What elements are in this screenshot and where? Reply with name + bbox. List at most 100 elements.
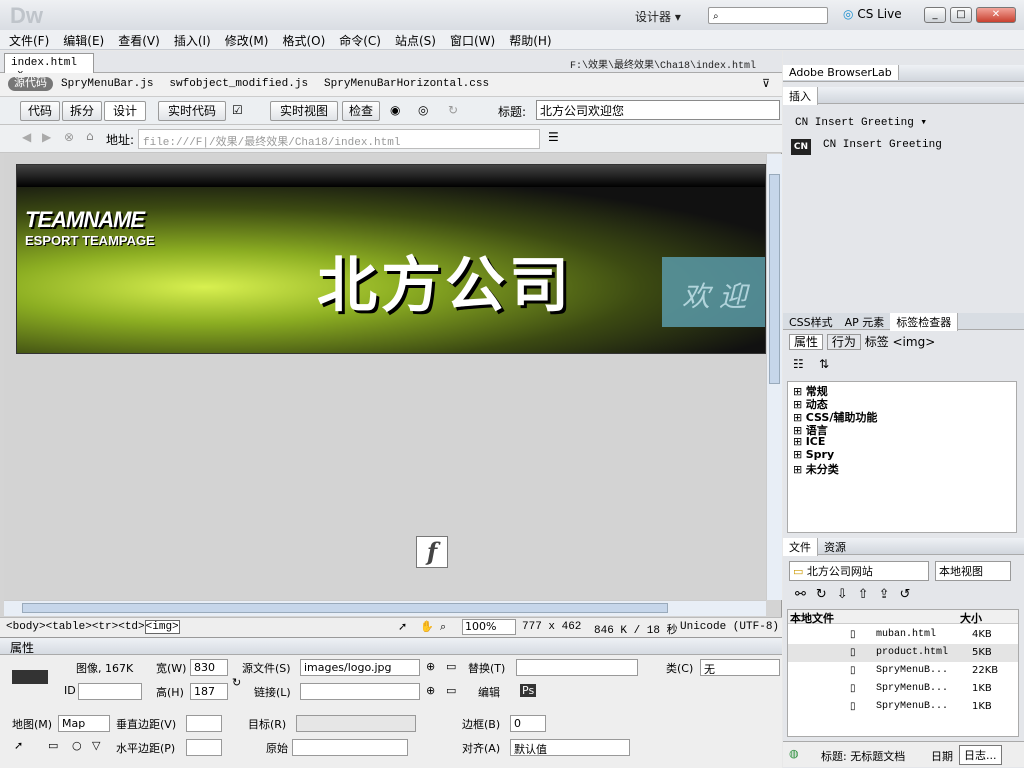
help-search-input[interactable]: ⌕	[708, 7, 828, 24]
tag-td[interactable]: <td>	[118, 621, 144, 633]
live-code-button[interactable]: 实时代码	[158, 101, 226, 121]
menu-site[interactable]: 站点(S)	[386, 30, 441, 49]
related-file[interactable]: SpryMenuBarHorizontal.css	[316, 73, 497, 95]
workspace-switcher[interactable]: 设计器 ▾	[635, 8, 681, 25]
source-code-badge[interactable]: 源代码	[8, 77, 53, 91]
target-select[interactable]	[296, 715, 416, 732]
visual-aids-icon[interactable]: ◎	[418, 103, 428, 117]
browse-folder-icon[interactable]: ▭	[446, 660, 456, 673]
forward-icon[interactable]: ▶	[42, 130, 51, 144]
menu-modify[interactable]: 修改(M)	[216, 30, 274, 49]
tab-css-styles[interactable]: CSS样式	[783, 313, 839, 331]
link-folder-icon[interactable]: ▭	[446, 684, 456, 697]
circle-hotspot-icon[interactable]: ○	[72, 739, 82, 752]
file-row[interactable]: ▯ SpryMenuB... 1KB	[788, 698, 1018, 716]
tag-tr[interactable]: <tr>	[92, 621, 118, 633]
hspace-input[interactable]	[186, 739, 222, 756]
inspect-button[interactable]: 检查	[342, 101, 380, 121]
menu-help[interactable]: 帮助(H)	[500, 30, 556, 49]
subtab-attributes[interactable]: 属性	[789, 334, 824, 350]
subtab-behaviors[interactable]: 行为	[826, 334, 861, 350]
code-view-button[interactable]: 代码	[20, 101, 60, 121]
link-input[interactable]	[300, 683, 420, 700]
home-icon[interactable]: ⌂	[86, 129, 94, 143]
related-file[interactable]: SpryMenuBar.js	[53, 73, 161, 95]
view-options-icon[interactable]: ☰	[548, 130, 559, 144]
maximize-button[interactable]: □	[950, 7, 972, 23]
col-size[interactable]: 大小	[960, 610, 982, 626]
tab-assets[interactable]: 资源	[818, 538, 852, 556]
expand-icon[interactable]: ⊞	[793, 435, 806, 448]
sort-az-icon[interactable]: ⇅	[819, 357, 829, 371]
view-select[interactable]: 本地视图	[935, 561, 1011, 581]
expand-icon[interactable]: ⊞	[793, 448, 806, 461]
col-local-files[interactable]: 本地文件	[788, 612, 834, 625]
height-input[interactable]: 187	[190, 683, 228, 700]
address-input[interactable]: file:///F|/效果/最终效果/Cha18/index.html	[138, 129, 540, 149]
tag-table[interactable]: <table>	[46, 621, 92, 633]
flash-placeholder-icon[interactable]: f	[416, 536, 448, 568]
window-size[interactable]: 777 x 462	[522, 621, 581, 633]
tab-index-html[interactable]: index.html ×	[4, 53, 94, 81]
border-input[interactable]: 0	[510, 715, 546, 732]
menu-file[interactable]: 文件(F)	[0, 30, 54, 49]
alt-select[interactable]	[516, 659, 638, 676]
site-select[interactable]: ▭ 北方公司网站	[789, 561, 929, 581]
filter-icon[interactable]: ⊽	[762, 77, 770, 91]
tab-insert[interactable]: 插入	[783, 87, 818, 105]
related-file[interactable]: swfobject_modified.js	[161, 73, 316, 95]
validate-icon[interactable]: ☑	[232, 103, 243, 117]
photoshop-icon[interactable]: Ps	[520, 684, 537, 697]
file-row[interactable]: ▯ product.html 5KB	[788, 644, 1018, 662]
browser-preview-icon[interactable]: ◉	[390, 103, 400, 117]
close-window-button[interactable]: ✕	[976, 7, 1016, 23]
horizontal-scrollbar[interactable]	[4, 600, 766, 616]
class-select[interactable]: 无	[700, 659, 780, 676]
tab-files[interactable]: 文件	[783, 538, 818, 556]
file-row[interactable]: ▯ muban.html 4KB	[788, 626, 1018, 644]
original-input[interactable]	[292, 739, 408, 756]
minimize-button[interactable]: _	[924, 7, 946, 23]
tab-browserlab[interactable]: Adobe BrowserLab	[783, 65, 899, 80]
tag-selector[interactable]: <body><table><tr><td><img>	[6, 620, 180, 634]
insert-item[interactable]: CN Insert Greeting	[823, 139, 942, 151]
category-view-icon[interactable]: ☷	[793, 357, 804, 371]
document-title-input[interactable]: 北方公司欢迎您	[536, 100, 780, 120]
vertical-scrollbar[interactable]	[766, 154, 782, 600]
tag-img[interactable]: <img>	[144, 620, 180, 634]
menu-window[interactable]: 窗口(W)	[441, 30, 500, 49]
reset-size-icon[interactable]: ↻	[232, 676, 241, 689]
file-row[interactable]: ▯ SpryMenuB... 22KB	[788, 662, 1018, 680]
menu-insert[interactable]: 插入(I)	[165, 30, 216, 49]
menu-view[interactable]: 查看(V)	[109, 30, 165, 49]
rect-hotspot-icon[interactable]: ▭	[48, 739, 58, 752]
select-tool-icon[interactable]: ➚	[398, 620, 407, 633]
src-input[interactable]: images/logo.jpg	[300, 659, 420, 676]
map-input[interactable]: Map	[58, 715, 110, 732]
cs-live-button[interactable]: ◎ CS Live	[843, 7, 902, 21]
files-toolbar[interactable]: ⚯↻⇩⇧⇪↺	[795, 587, 920, 602]
stop-icon[interactable]: ⊗	[64, 130, 74, 144]
zoom-select[interactable]: 100%	[462, 619, 516, 635]
insert-category-select[interactable]: CN Insert Greeting ▾	[795, 115, 927, 129]
refresh-icon[interactable]: ↻	[448, 103, 458, 117]
tab-tag-inspector[interactable]: 标签检查器	[890, 313, 959, 331]
log-button[interactable]: 日志...	[959, 745, 1002, 765]
menu-edit[interactable]: 编辑(E)	[54, 30, 109, 49]
tree-category-item[interactable]: ⊞ 未分类	[793, 461, 839, 477]
hand-tool-icon[interactable]: ✋	[420, 620, 434, 633]
pointer-hotspot-icon[interactable]: ➚	[14, 739, 23, 752]
design-canvas[interactable]: TEAMNAME ESPORT TEAMPAGE 北方公司 欢 迎 f	[4, 154, 766, 600]
live-view-button[interactable]: 实时视图	[270, 101, 338, 121]
vspace-input[interactable]	[186, 715, 222, 732]
insert-panel-header[interactable]: 插入	[783, 87, 1024, 105]
split-view-button[interactable]: 拆分	[62, 101, 102, 121]
id-input[interactable]	[78, 683, 142, 700]
tree-category-item[interactable]: ⊞ Spry	[793, 448, 834, 461]
link-point-icon[interactable]: ⊕	[426, 684, 435, 697]
align-select[interactable]: 默认值	[510, 739, 630, 756]
file-row[interactable]: ▯ SpryMenuB... 1KB	[788, 680, 1018, 698]
banner-image[interactable]: TEAMNAME ESPORT TEAMPAGE 北方公司 欢 迎	[16, 164, 766, 354]
tab-ap-elements[interactable]: AP 元素	[839, 313, 891, 331]
tree-category-item[interactable]: ⊞ ICE	[793, 435, 825, 448]
